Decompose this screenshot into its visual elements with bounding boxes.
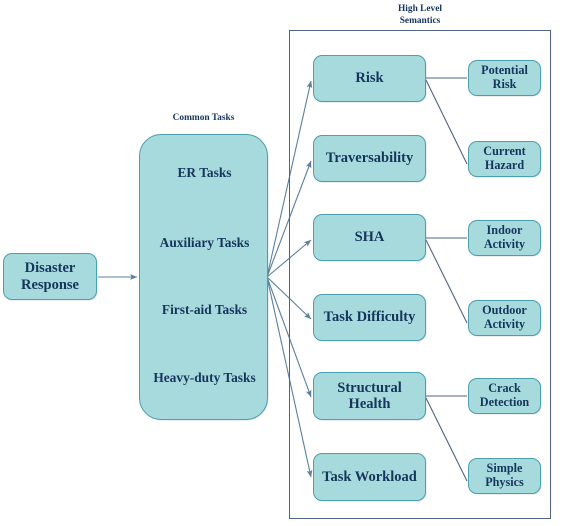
- high-level-semantics-group-label: High Level Semantics: [360, 4, 480, 28]
- list-item-label: Heavy-duty Tasks: [153, 370, 256, 385]
- node-indoor-activity[interactable]: Indoor Activity: [468, 220, 541, 256]
- node-current-hazard-label: Current Hazard: [483, 144, 526, 172]
- node-traversability-label: Traversability: [325, 150, 414, 167]
- list-item-auxiliary-tasks[interactable]: Auxiliary Tasks: [140, 235, 269, 251]
- list-item-label: ER Tasks: [177, 165, 232, 180]
- list-item-er-tasks[interactable]: ER Tasks: [140, 165, 269, 181]
- high-level-semantics-label-line2: Semantics: [399, 15, 441, 26]
- node-current-hazard[interactable]: Current Hazard: [468, 141, 541, 177]
- node-outdoor-activity[interactable]: Outdoor Activity: [468, 300, 541, 336]
- node-structural-health[interactable]: Structural Health: [313, 372, 426, 420]
- list-item-first-aid-tasks[interactable]: First-aid Tasks: [140, 302, 269, 318]
- node-traversability[interactable]: Traversability: [313, 135, 426, 182]
- node-disaster-response[interactable]: Disaster Response: [3, 253, 97, 300]
- node-indoor-activity-label: Indoor Activity: [483, 223, 526, 251]
- node-sha[interactable]: SHA: [313, 214, 426, 261]
- node-task-workload[interactable]: Task Workload: [313, 453, 426, 501]
- node-sha-label: SHA: [354, 229, 385, 246]
- node-risk-label: Risk: [355, 70, 384, 87]
- group-common-tasks[interactable]: ER Tasks Auxiliary Tasks First-aid Tasks…: [139, 134, 268, 420]
- common-tasks-group-label-text: Common Tasks: [172, 113, 235, 123]
- node-disaster-response-label: Disaster Response: [20, 260, 79, 293]
- node-potential-risk[interactable]: Potential Risk: [468, 60, 541, 96]
- group-high-level-semantics: [289, 30, 551, 519]
- node-crack-detection[interactable]: Crack Detection: [468, 378, 541, 414]
- list-item-label: First-aid Tasks: [161, 302, 248, 317]
- node-crack-detection-label: Crack Detection: [479, 381, 530, 409]
- node-risk[interactable]: Risk: [313, 55, 426, 102]
- node-potential-risk-label: Potential Risk: [481, 63, 528, 91]
- node-task-difficulty[interactable]: Task Difficulty: [313, 294, 426, 341]
- node-outdoor-activity-label: Outdoor Activity: [482, 303, 527, 331]
- common-tasks-group-label: Common Tasks: [139, 113, 268, 125]
- list-item-label: Auxiliary Tasks: [159, 235, 250, 250]
- node-task-workload-label: Task Workload: [322, 468, 417, 485]
- node-task-difficulty-label: Task Difficulty: [323, 309, 416, 326]
- high-level-semantics-label-line1: High Level: [397, 4, 442, 14]
- node-simple-physics-label: Simple Physics: [485, 461, 524, 489]
- node-structural-health-label: Structural Health: [337, 379, 402, 412]
- node-simple-physics[interactable]: Simple Physics: [468, 458, 541, 494]
- diagram-canvas: Disaster Response Common Tasks ER Tasks …: [0, 0, 566, 526]
- list-item-heavy-duty-tasks[interactable]: Heavy-duty Tasks: [140, 370, 269, 386]
